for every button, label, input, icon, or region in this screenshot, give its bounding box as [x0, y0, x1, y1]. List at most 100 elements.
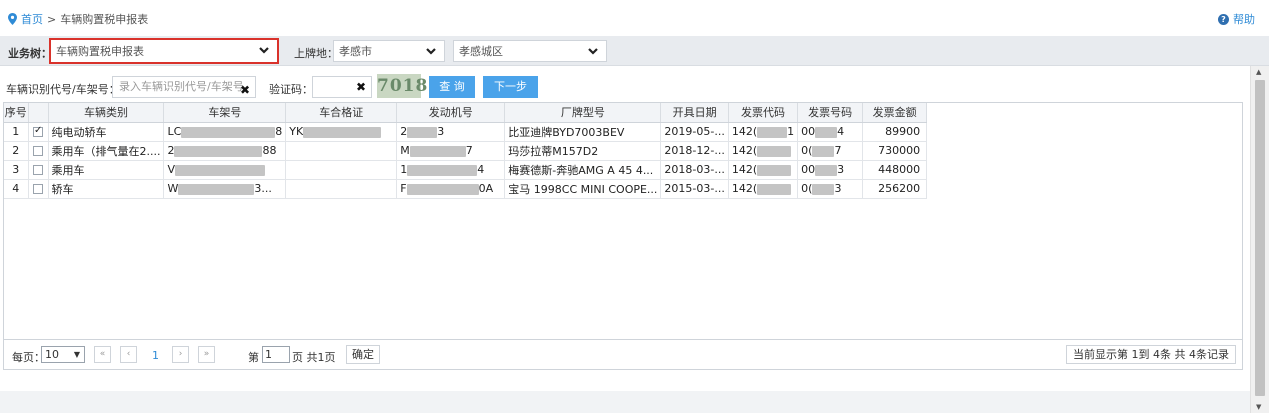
- cell-category: 轿车: [48, 179, 165, 199]
- engine-suffix: 3: [437, 125, 445, 138]
- vin-label: 车辆识别代号/车架号：: [6, 83, 120, 96]
- row-checkbox[interactable]: [33, 184, 43, 194]
- city-select[interactable]: 孝感市: [333, 40, 445, 62]
- row-index: 3: [4, 160, 29, 180]
- record-info: 当前显示第 1到 4条 共 4条记录: [1066, 345, 1236, 364]
- help-label: 帮助: [1233, 13, 1255, 26]
- page-number-input[interactable]: 1: [262, 346, 290, 363]
- next-page-button[interactable]: ›: [172, 346, 189, 363]
- invoice-no-suffix: 3: [837, 163, 845, 176]
- table-row[interactable]: 1 纯电动轿车 LC8 YK 23 比亚迪牌BYD7003BEV 2019-05…: [4, 122, 928, 142]
- next-step-button[interactable]: 下一步: [483, 76, 538, 98]
- cell-category: 乘用车: [48, 160, 165, 180]
- go-page-button[interactable]: 确定: [346, 345, 380, 364]
- invoice-code-prefix: 142(: [731, 182, 758, 195]
- row-index: 1: [4, 122, 29, 142]
- invoice-no-prefix: 0(: [801, 144, 813, 157]
- business-tree-value: 车辆购置税申报表: [56, 45, 144, 58]
- scroll-down-icon[interactable]: ▼: [1256, 403, 1261, 411]
- col-header-vin[interactable]: 车架号: [163, 103, 287, 123]
- col-header-select[interactable]: [28, 103, 49, 123]
- cell-invoice-code: 142(: [728, 141, 799, 161]
- cell-invoice-code: 142(: [728, 160, 799, 180]
- row-checkbox[interactable]: [33, 125, 43, 137]
- row-checkbox-cell: [28, 160, 49, 180]
- business-tree-select[interactable]: 车辆购置税申报表: [49, 38, 279, 64]
- location-pin-icon: [8, 13, 17, 25]
- cell-invoice-code: 142(: [728, 179, 799, 199]
- vehicle-table: 序号 车辆类别 车架号 车合格证 发动机号 厂牌型号 开具日期 发票代码 发票号…: [3, 102, 1243, 340]
- redaction-block: [178, 183, 255, 195]
- col-header-invoice-code[interactable]: 发票代码: [728, 103, 799, 123]
- table-row[interactable]: 4 轿车 W 3... F 0A 宝马 1998CC MINI COOPE... 2…: [4, 179, 928, 199]
- col-header-date[interactable]: 开具日期: [660, 103, 729, 123]
- col-header-amount[interactable]: 发票金额: [862, 103, 928, 123]
- cell-invoice-no: 00 3: [797, 160, 864, 180]
- vin-input[interactable]: 录入车辆识别代号/车架号 ✖: [112, 76, 256, 98]
- col-header-certificate[interactable]: 车合格证: [285, 103, 398, 123]
- engine-suffix: 7: [465, 144, 473, 157]
- clear-captcha-icon[interactable]: ✖: [356, 80, 366, 94]
- cell-date: 2018-12-...: [660, 141, 729, 161]
- district-select[interactable]: 孝感城区: [453, 40, 607, 62]
- vin-suffix: 88: [262, 144, 277, 157]
- cell-vin: 2 88: [163, 141, 287, 161]
- clear-vin-icon[interactable]: ✖: [240, 80, 250, 100]
- breadcrumb: 首页 > 车辆购置税申报表: [8, 11, 148, 27]
- invoice-no-prefix: 00: [801, 163, 816, 176]
- cell-invoice-no: 0( 7: [797, 141, 864, 161]
- engine-suffix: 0A: [478, 182, 494, 195]
- cell-engine: 23: [396, 122, 506, 142]
- scrollbar-thumb[interactable]: [1255, 80, 1265, 396]
- invoice-no-suffix: 7: [834, 144, 842, 157]
- col-header-model[interactable]: 厂牌型号: [504, 103, 662, 123]
- invoice-no-prefix: 0(: [801, 182, 813, 195]
- vin-suffix: 3...: [254, 182, 272, 195]
- cell-model: 梅赛德斯-奔驰AMG A 45 4...: [504, 160, 662, 180]
- vertical-scrollbar[interactable]: ▲ ▼: [1250, 66, 1269, 413]
- cell-amount: 89900: [862, 122, 928, 142]
- col-header-index[interactable]: 序号: [4, 103, 29, 123]
- cell-amount: 256200: [862, 179, 928, 199]
- help-circle-icon: ?: [1218, 13, 1229, 25]
- query-button[interactable]: 查 询: [429, 76, 475, 98]
- per-page-select[interactable]: 10 ▼: [41, 346, 85, 363]
- redaction-block: [407, 126, 438, 138]
- first-page-button[interactable]: «: [94, 346, 111, 363]
- cell-date: 2019-05-...: [660, 122, 729, 142]
- cell-engine: M7: [396, 141, 506, 161]
- scroll-up-icon[interactable]: ▲: [1256, 68, 1261, 76]
- engine-prefix: 1: [400, 163, 408, 176]
- per-page-value: 10: [45, 348, 59, 361]
- engine-suffix: 4: [477, 163, 485, 176]
- row-checkbox[interactable]: [33, 165, 43, 175]
- table-row[interactable]: 3 乘用车 V 14 梅赛德斯-奔驰AMG A 45 4... 2018-03-…: [4, 160, 928, 180]
- cell-vin: W 3...: [163, 179, 287, 199]
- row-checkbox-cell: [28, 122, 49, 142]
- captcha-input[interactable]: ✖: [312, 76, 372, 98]
- business-bar: 业务树： 车辆购置税申报表 上牌地： 孝感市 孝感城区: [0, 36, 1269, 66]
- cell-certificate: YK: [285, 122, 398, 142]
- row-checkbox[interactable]: [33, 146, 43, 156]
- cell-date: 2015-03-...: [660, 179, 729, 199]
- page-prefix-label: 第: [248, 351, 259, 364]
- cell-amount: 448000: [862, 160, 928, 180]
- table-row[interactable]: 2 乘用车（排气量在2.... 2 88 M7 玛莎拉蒂M157D2 2018-1…: [4, 141, 928, 161]
- city-value: 孝感市: [339, 45, 372, 58]
- breadcrumb-home-link[interactable]: 首页: [21, 11, 43, 27]
- col-header-category[interactable]: 车辆类别: [48, 103, 165, 123]
- district-value: 孝感城区: [459, 45, 503, 58]
- invoice-code-suffix: 1: [787, 125, 795, 138]
- col-header-engine[interactable]: 发动机号: [396, 103, 506, 123]
- redaction-block: [303, 126, 382, 138]
- redaction-block: [812, 145, 835, 157]
- help-link[interactable]: ? 帮助: [1218, 11, 1255, 27]
- last-page-button[interactable]: »: [198, 346, 215, 363]
- captcha-image[interactable]: 7018: [377, 74, 427, 98]
- row-index: 4: [4, 179, 29, 199]
- vin-suffix: 8: [275, 125, 283, 138]
- col-header-invoice-no[interactable]: 发票号码: [797, 103, 864, 123]
- redaction-block: [757, 183, 792, 195]
- current-page-number[interactable]: 1: [152, 349, 159, 362]
- prev-page-button[interactable]: ‹: [120, 346, 137, 363]
